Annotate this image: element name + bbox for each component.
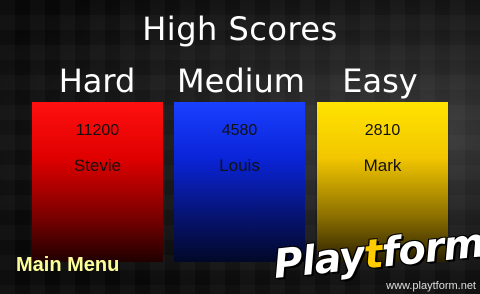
watermark-logo: Playtform www.playtform.net (268, 220, 480, 294)
score-panel-hard: 11200 Stevie (32, 102, 163, 262)
score-value: 2810 (364, 122, 401, 139)
score-value: 4580 (221, 122, 258, 139)
difficulty-header-hard: Hard (58, 62, 136, 100)
screen-title: High Scores (142, 10, 338, 48)
difficulty-header-medium: Medium (177, 62, 305, 100)
main-menu-button[interactable]: Main Menu (16, 254, 119, 277)
watermark-text-part: form (379, 220, 480, 277)
score-panel-medium: 4580 Louis (174, 102, 305, 262)
difficulty-header-easy: Easy (342, 62, 418, 100)
player-name: Mark (363, 156, 402, 175)
score-value: 11200 (75, 122, 120, 139)
watermark-text-part: Play (271, 232, 367, 288)
watermark-url: www.playtform.net (386, 280, 476, 292)
player-name: Stevie (73, 156, 122, 175)
player-name: Louis (219, 156, 260, 175)
